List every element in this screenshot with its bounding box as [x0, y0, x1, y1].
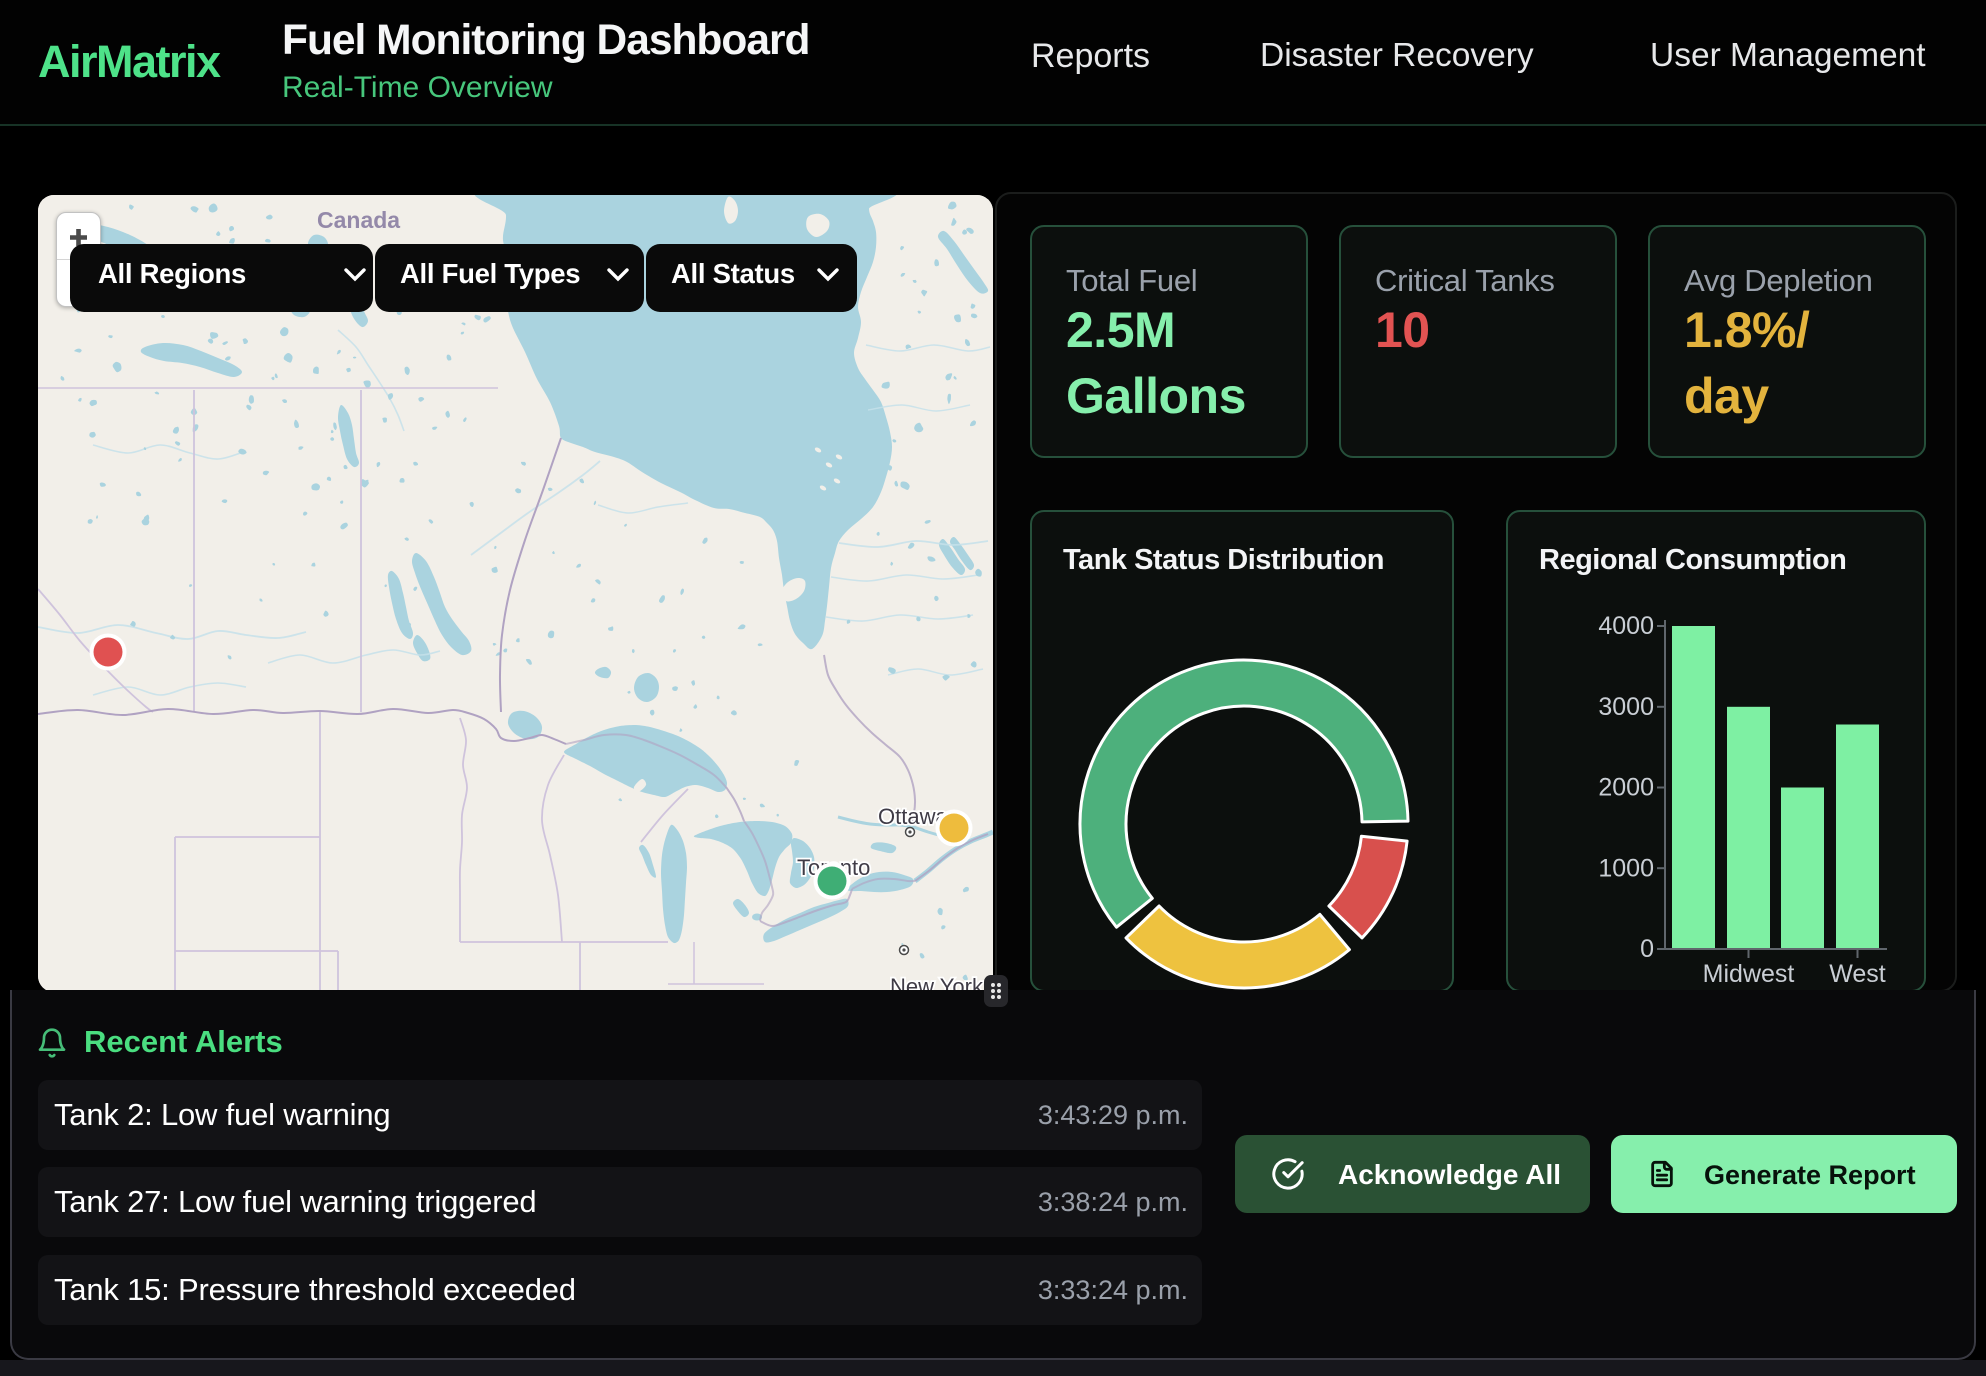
svg-text:1000: 1000: [1598, 854, 1654, 882]
svg-text:4000: 4000: [1598, 612, 1654, 640]
svg-text:3000: 3000: [1598, 693, 1654, 721]
svg-text:West: West: [1829, 960, 1886, 988]
svg-text:0: 0: [1640, 935, 1654, 963]
svg-text:Midwest: Midwest: [1703, 960, 1795, 988]
svg-text:Canada: Canada: [317, 207, 400, 233]
svg-text:2000: 2000: [1598, 774, 1654, 802]
